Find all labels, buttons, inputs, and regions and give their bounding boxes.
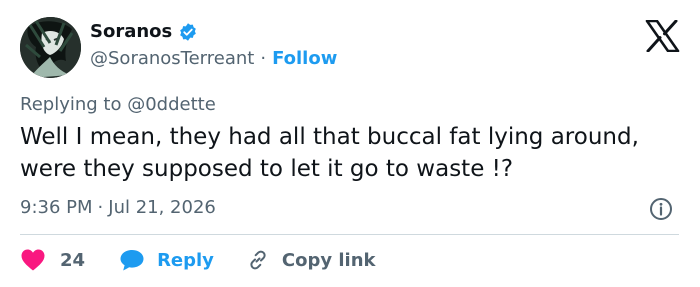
x-logo-icon[interactable]	[645, 20, 680, 52]
tweet-date: Jul 21, 2026	[108, 197, 216, 218]
tweet-text: Well I mean, they had all that buccal fa…	[20, 124, 639, 182]
reply-button[interactable]: Reply	[119, 248, 214, 272]
author-name[interactable]: Soranos	[90, 21, 172, 43]
verified-badge-icon	[180, 23, 197, 41]
author-handle[interactable]: @SoranosTerreant	[90, 48, 254, 70]
reply-label: Reply	[157, 249, 214, 271]
timestamp-separator: ·	[97, 197, 104, 218]
author-handle-row: @SoranosTerreant · Follow	[90, 48, 337, 70]
speech-bubble-icon	[120, 250, 144, 271]
heart-icon	[21, 249, 45, 271]
replying-to-label: Replying to	[20, 94, 122, 115]
handle-separator: ·	[260, 48, 267, 69]
replying-to-mention[interactable]: @0ddette	[127, 94, 216, 115]
divider	[20, 234, 679, 235]
tweet-timestamp[interactable]: 9:36 PM · Jul 21, 2026	[20, 196, 216, 220]
like-button[interactable]: 24	[20, 248, 85, 272]
copy-link-label: Copy link	[281, 249, 376, 271]
replying-to: Replying to @0ddette	[20, 94, 216, 116]
avatar-image	[20, 17, 81, 78]
follow-button[interactable]: Follow	[272, 48, 337, 70]
tweet-time: 9:36 PM	[20, 197, 93, 218]
tweet-actions: 24 Reply Copy link	[20, 246, 376, 274]
info-icon[interactable]	[649, 197, 673, 221]
copy-link-button[interactable]: Copy link	[246, 248, 376, 272]
avatar[interactable]	[20, 17, 81, 78]
like-count: 24	[60, 249, 86, 271]
link-icon	[250, 250, 266, 270]
author-name-row: Soranos	[90, 21, 198, 43]
